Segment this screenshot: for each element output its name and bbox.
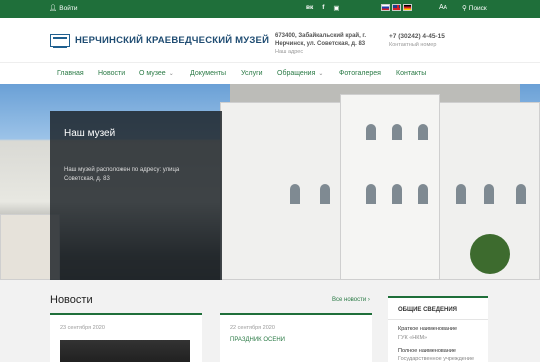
social-links: вк f ▣ [306,4,340,12]
hero-title: Наш музей [64,128,116,139]
site-header: НЕРЧИНСКИЙ КРАЕВЕДЧЕСКИЙ МУЗЕЙ 673400, З… [0,18,540,62]
instagram-icon[interactable]: ▣ [333,4,339,12]
address-block: 673400, Забайкальский край, г. Нерчинск,… [275,32,385,56]
address-line-1: 673400, Забайкальский край, г. [275,33,366,39]
facebook-icon[interactable]: f [322,4,324,12]
font-size-small-label: A [443,5,448,11]
full-name-value: Государственное учреждение [398,356,475,362]
flag-en-icon[interactable] [392,4,401,11]
news-headline[interactable]: ПРАЗДНИК ОСЕНИ [230,337,285,343]
nav-item-contacts[interactable]: Контакты [396,70,426,77]
tree-shape [470,234,510,274]
chevron-right-icon: › [367,297,370,303]
window-shape [418,124,428,140]
phone-block: +7 (30242) 4-45-15 Контактный номер [389,32,445,50]
nav-item-gallery[interactable]: Фотогалерея [339,70,381,77]
nav-label: Контакты [396,70,427,77]
nav-label: О музее [139,70,166,77]
news-card[interactable]: 23 сентября 2020 [50,313,202,362]
hero-banner: Наш музей Наш музей расположен по адресу… [0,84,540,280]
font-size-button[interactable]: AA [439,4,447,11]
window-shape [366,124,376,140]
hero-overlay: Наш музей Наш музей расположен по адресу… [50,111,222,280]
window-shape [392,184,402,204]
short-name-label: Краткое наименование [398,326,458,332]
language-switcher [381,4,412,11]
site-logo-link[interactable]: НЕРЧИНСКИЙ КРАЕВЕДЧЕСКИЙ МУЗЕЙ [50,34,270,48]
window-shape [366,184,376,204]
nav-label: Услуги [241,70,263,77]
nav-item-appeals[interactable]: Обращения ⌄ [277,70,323,77]
vk-icon[interactable]: вк [306,4,313,12]
nav-label: Главная [57,70,84,77]
nav-item-documents[interactable]: Документы [190,70,226,77]
nav-item-about[interactable]: О музее ⌄ [139,70,174,77]
divider [388,319,488,320]
user-icon: 👤︎ [49,5,58,12]
login-label: Войти [59,4,78,12]
search-label: Поиск [468,4,487,12]
all-news-label: Все новости [332,297,367,303]
search-icon: ⚲ [462,5,467,12]
chevron-down-icon: ⌄ [318,71,324,77]
window-shape [516,184,526,204]
info-title: ОБЩИЕ СВЕДЕНИЯ [398,307,457,313]
nav-item-news[interactable]: Новости [98,70,125,77]
login-link[interactable]: 👤︎ Войти [49,4,78,13]
window-shape [418,184,428,204]
hero-text: Наш музей расположен по адресу: улица Со… [64,167,180,182]
news-date: 22 сентября 2020 [230,325,275,331]
nav-item-home[interactable]: Главная [57,70,84,77]
museum-logo-icon [50,34,70,48]
site-title: НЕРЧИНСКИЙ КРАЕВЕДЧЕСКИЙ МУЗЕЙ [75,35,270,46]
nav-label: Фотогалерея [339,70,381,77]
window-shape [320,184,330,204]
phone-number[interactable]: +7 (30242) 4-45-15 [389,32,445,41]
flag-ru-icon[interactable] [381,4,390,11]
news-image [60,340,190,362]
news-section-title: Новости [50,294,93,306]
chevron-down-icon: ⌄ [168,71,174,77]
phone-caption: Контактный номер [389,42,437,48]
window-shape [456,184,466,204]
news-card[interactable]: 22 сентября 2020 ПРАЗДНИК ОСЕНИ [220,313,372,362]
window-shape [290,184,300,204]
nav-label: Обращения [277,70,316,77]
nav-label: Документы [190,70,227,77]
address-caption: Наш адрес [275,49,304,55]
nav-label: Новости [98,70,126,77]
news-date: 23 сентября 2020 [60,325,105,331]
nav-item-services[interactable]: Услуги [241,70,263,77]
main-nav: Главная Новости О музее ⌄ Документы Услуг… [0,62,540,84]
window-shape [484,184,494,204]
flag-de-icon[interactable] [403,4,412,11]
search-button[interactable]: ⚲ Поиск [462,4,487,13]
full-name-label: Полное наименование [398,348,456,354]
all-news-link[interactable]: Все новости › [332,297,370,303]
top-bar: 👤︎ Войти вк f ▣ AA ⚲ Поиск [0,0,540,18]
short-name-value: ГУК «НКМ» [398,335,428,341]
address-line-2: Нерчинск, ул. Советская, д. 83 [275,41,366,47]
general-info-box: ОБЩИЕ СВЕДЕНИЯ Краткое наименование ГУК … [388,296,488,362]
window-shape [392,124,402,140]
